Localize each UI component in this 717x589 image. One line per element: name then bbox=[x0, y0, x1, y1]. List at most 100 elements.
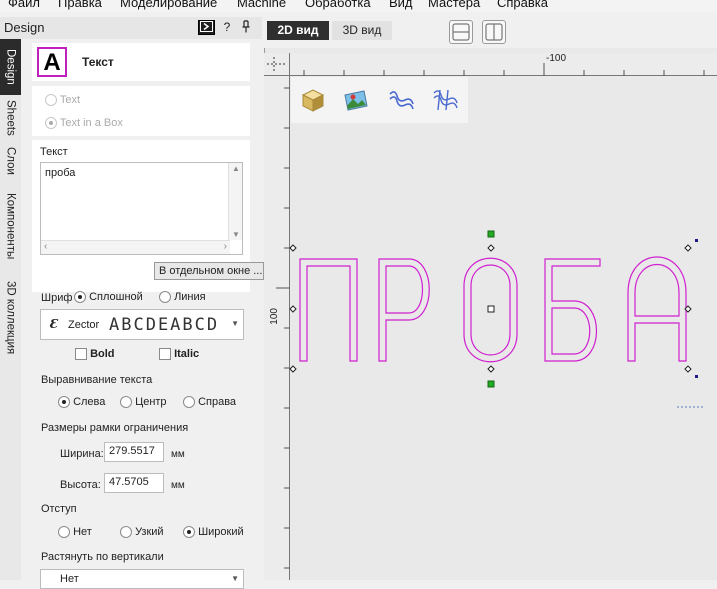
indent-narrow-label: Узкий bbox=[135, 526, 164, 538]
split-vertical-button[interactable] bbox=[482, 20, 506, 44]
font-line-radio[interactable] bbox=[159, 291, 171, 304]
font-name: Zector bbox=[68, 319, 100, 331]
stretch-arrow-icon: ▼ bbox=[231, 574, 239, 583]
align-left-radio[interactable] bbox=[58, 396, 70, 409]
indent-wide-radio[interactable] bbox=[183, 526, 195, 539]
stretch-label: Растянуть по вертикали bbox=[41, 551, 164, 563]
align-center-option[interactable]: Центр bbox=[120, 396, 167, 409]
stretch-value: Нет bbox=[60, 573, 79, 585]
font-solid-option[interactable]: Сплошной bbox=[74, 291, 143, 304]
view-tabs-bar: 2D вид 3D вид bbox=[262, 17, 717, 47]
height-input[interactable]: 47.5705 bbox=[104, 473, 164, 493]
scroll-left-icon[interactable]: ‹ bbox=[44, 241, 47, 252]
cube-button[interactable] bbox=[299, 86, 327, 114]
menu-file[interactable]: Файл bbox=[8, 0, 40, 10]
indent-none-radio[interactable] bbox=[58, 526, 70, 539]
italic-checkbox[interactable] bbox=[159, 348, 171, 361]
italic-label: Italic bbox=[174, 348, 200, 360]
menu-machine[interactable]: Machine bbox=[237, 0, 286, 10]
tab-layers[interactable]: Слои bbox=[0, 140, 21, 182]
italic-option[interactable]: Italic bbox=[159, 348, 200, 361]
image-button[interactable] bbox=[342, 86, 370, 114]
truetype-icon: Ɛ bbox=[49, 317, 58, 331]
bold-label: Bold bbox=[90, 348, 115, 360]
indent-none-label: Нет bbox=[73, 526, 92, 538]
text-area-vscroll[interactable]: ▲ ▼ bbox=[228, 163, 242, 240]
handle-left bbox=[289, 305, 297, 313]
text-area[interactable]: проба ▲ ▼ ‹ › bbox=[40, 162, 243, 255]
align-right-label: Справа bbox=[198, 396, 237, 408]
align-left-option[interactable]: Слева bbox=[58, 396, 105, 409]
tab-2d-view[interactable]: 2D вид bbox=[267, 21, 329, 40]
menu-modeling[interactable]: Моделирование bbox=[120, 0, 217, 10]
stretch-dropdown[interactable]: Нет ▼ bbox=[40, 569, 244, 589]
scroll-right-icon[interactable]: › bbox=[224, 241, 227, 252]
menu-processing[interactable]: Обработка bbox=[305, 0, 371, 10]
text-tool-icon: A bbox=[37, 47, 67, 77]
align-center-radio[interactable] bbox=[120, 396, 132, 409]
indent-label: Отступ bbox=[41, 503, 77, 515]
handle-top-left bbox=[289, 244, 297, 252]
image-icon bbox=[344, 90, 368, 111]
glyph-b bbox=[544, 258, 601, 362]
handle-top bbox=[487, 244, 495, 252]
scroll-down-icon[interactable]: ▼ bbox=[232, 230, 240, 239]
indent-narrow-option[interactable]: Узкий bbox=[120, 526, 164, 539]
align-right-radio[interactable] bbox=[183, 396, 195, 409]
separate-window-button[interactable]: В отдельном окне ... bbox=[154, 262, 264, 280]
dropdown-arrow-icon: ▼ bbox=[231, 319, 239, 328]
font-solid-radio[interactable] bbox=[74, 291, 86, 304]
bold-checkbox[interactable] bbox=[75, 348, 87, 361]
selection-handles[interactable] bbox=[289, 230, 698, 388]
tool-title: Текст bbox=[82, 55, 114, 69]
split-horizontal-button[interactable] bbox=[449, 20, 473, 44]
mode-text-in-box-label: Text in a Box bbox=[59, 117, 123, 129]
tab-components[interactable]: Компоненты bbox=[0, 182, 21, 270]
marker-top-right bbox=[695, 239, 698, 242]
mode-text-in-box-radio[interactable] bbox=[45, 117, 57, 130]
ruler-corner[interactable] bbox=[264, 53, 290, 76]
menu-edit[interactable]: Правка bbox=[58, 0, 102, 10]
indent-wide-option[interactable]: Широкий bbox=[183, 526, 244, 539]
tool-header-card: A Текст bbox=[32, 43, 250, 81]
split-horizontal-icon bbox=[452, 23, 470, 41]
panel-menu-button[interactable] bbox=[198, 20, 215, 35]
width-input[interactable]: 279.5517 bbox=[104, 442, 164, 462]
tab-3d-collection[interactable]: 3D коллекция bbox=[0, 270, 21, 365]
bold-option[interactable]: Bold bbox=[75, 348, 115, 361]
canvas-drawing[interactable] bbox=[264, 123, 717, 423]
menu-wizards[interactable]: Мастера bbox=[428, 0, 480, 10]
font-preview: ABCDEABCD bbox=[109, 315, 220, 335]
tab-3d-view[interactable]: 3D вид bbox=[332, 21, 392, 40]
mode-text-radio[interactable] bbox=[45, 94, 57, 107]
handle-bottom bbox=[487, 365, 495, 373]
tab-sheets[interactable]: Sheets bbox=[0, 95, 21, 140]
tab-design[interactable]: Design bbox=[0, 39, 21, 95]
mode-option-text-in-box[interactable]: Text in a Box bbox=[45, 117, 123, 130]
relief-vectors-button[interactable] bbox=[431, 86, 459, 114]
text-area-hscroll[interactable]: ‹ › bbox=[41, 240, 230, 254]
indent-none-option[interactable]: Нет bbox=[58, 526, 92, 539]
font-line-option[interactable]: Линия bbox=[159, 291, 206, 304]
rotate-handle-top bbox=[487, 230, 495, 238]
help-button[interactable]: ? bbox=[222, 20, 232, 35]
dock-arrow-icon bbox=[200, 21, 213, 32]
handle-bottom-right bbox=[684, 365, 692, 373]
scroll-up-icon[interactable]: ▲ bbox=[232, 164, 240, 173]
align-right-option[interactable]: Справа bbox=[183, 396, 237, 409]
font-dropdown[interactable]: Ɛ Zector ABCDEABCD ▼ bbox=[40, 309, 244, 340]
pin-button[interactable] bbox=[240, 20, 252, 35]
width-unit: мм bbox=[171, 449, 185, 460]
menu-view[interactable]: Вид bbox=[389, 0, 413, 10]
font-label: Шриф bbox=[41, 292, 73, 304]
text-card: Текст проба ▲ ▼ ‹ › В отдельном окне ... bbox=[32, 140, 264, 292]
font-line-label: Линия bbox=[174, 291, 206, 303]
menu-help[interactable]: Справка bbox=[497, 0, 548, 10]
indent-narrow-radio[interactable] bbox=[120, 526, 132, 539]
cube-icon bbox=[301, 89, 325, 112]
mode-option-text[interactable]: Text bbox=[45, 94, 80, 107]
glyph-r bbox=[378, 258, 430, 362]
wave-vectors-button[interactable] bbox=[387, 86, 415, 114]
split-vertical-icon bbox=[485, 23, 503, 41]
ruler-horizontal[interactable]: -100 bbox=[290, 53, 717, 76]
